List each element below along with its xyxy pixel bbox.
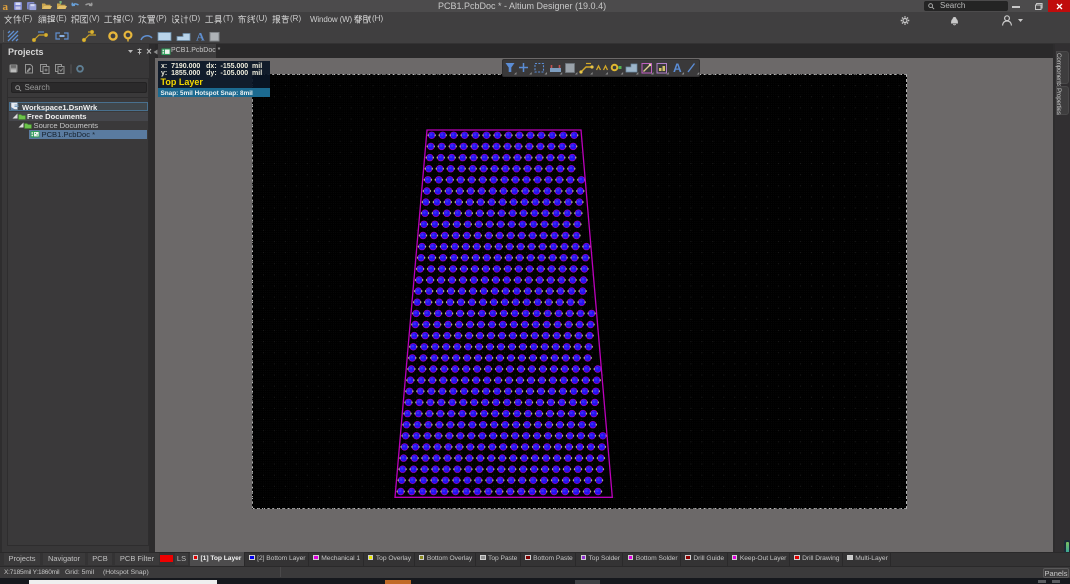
svg-text:a: a <box>3 1 9 11</box>
svg-text:A: A <box>673 61 682 75</box>
svg-text:A: A <box>196 30 205 44</box>
